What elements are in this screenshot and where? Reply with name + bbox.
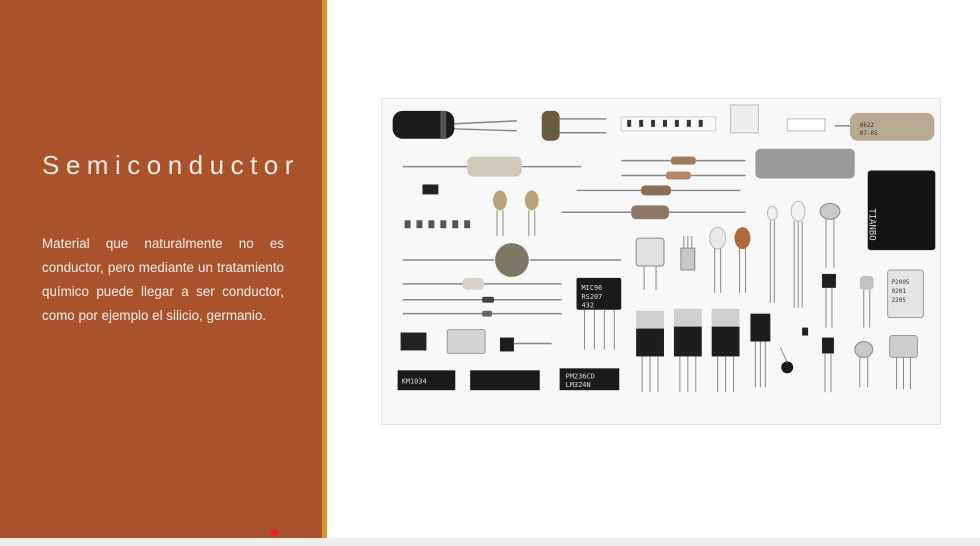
to92-transistor bbox=[822, 273, 836, 328]
svg-text:KM1034: KM1034 bbox=[402, 377, 427, 385]
svg-text:LM324N: LM324N bbox=[566, 381, 591, 389]
to220-transistor bbox=[636, 310, 664, 393]
slide-title: Semiconductor bbox=[42, 150, 300, 180]
axial-resistor bbox=[621, 171, 746, 180]
relay: TIANBO bbox=[867, 170, 936, 251]
svg-text:07-05: 07-05 bbox=[860, 130, 878, 137]
svg-text:RS207: RS207 bbox=[581, 293, 602, 301]
smd-strip bbox=[620, 116, 717, 132]
dip-ic: KM1034 bbox=[397, 370, 456, 391]
smd-row bbox=[404, 220, 471, 229]
fuse bbox=[786, 118, 826, 132]
led bbox=[734, 227, 751, 293]
small-diode bbox=[779, 327, 809, 374]
smd-chip bbox=[422, 184, 439, 195]
svg-text:432: 432 bbox=[581, 302, 594, 310]
led bbox=[709, 226, 727, 293]
to92-transistor bbox=[822, 337, 834, 393]
svg-text:MIC96: MIC96 bbox=[581, 284, 602, 292]
axial-resistor bbox=[561, 205, 746, 220]
disc-capacitor bbox=[402, 243, 622, 277]
sensor-module: P2005 0201 2205 bbox=[887, 269, 924, 319]
metal-can-transistor bbox=[819, 202, 841, 268]
svg-text:P2005: P2005 bbox=[892, 279, 910, 286]
axial-capacitor bbox=[402, 156, 582, 177]
svg-text:0201: 0201 bbox=[892, 288, 907, 295]
dip-ic bbox=[470, 370, 540, 391]
bridge-rectifier: MIC96 RS207 432 bbox=[576, 277, 622, 350]
svg-text:2205: 2205 bbox=[892, 297, 907, 304]
to220-transistor bbox=[673, 308, 702, 393]
dip-ic: PM236CD LM324N bbox=[559, 368, 620, 391]
sip-package bbox=[680, 236, 696, 271]
svg-text:0622: 0622 bbox=[860, 122, 875, 129]
crystal bbox=[635, 237, 665, 290]
metal-can-transistor bbox=[859, 275, 874, 328]
axial-resistor bbox=[576, 185, 741, 196]
slide-indicator-dot bbox=[270, 529, 278, 537]
svg-text:PM236CD: PM236CD bbox=[566, 372, 595, 380]
ceramic-capacitor bbox=[524, 190, 539, 237]
metal-can-transistor bbox=[854, 341, 874, 388]
diode bbox=[402, 277, 562, 290]
accent-stripe bbox=[322, 0, 327, 540]
axial-resistor bbox=[621, 156, 746, 165]
led bbox=[790, 200, 806, 308]
components-photo: 0622 07-05 TIANBO MIC96 RS207 432 P2005 … bbox=[381, 98, 941, 425]
dip-chip bbox=[400, 332, 427, 351]
electrolytic-capacitor bbox=[392, 110, 517, 139]
smd-transistor bbox=[499, 337, 514, 352]
to126-transistor bbox=[750, 313, 771, 388]
slide-body-text: Material que naturalmente no es conducto… bbox=[42, 236, 284, 323]
svg-text:TIANBO: TIANBO bbox=[867, 208, 877, 240]
bottom-band bbox=[0, 538, 980, 546]
diode bbox=[402, 310, 562, 317]
crystal-oscillator bbox=[446, 329, 486, 354]
to220-transistor bbox=[711, 308, 740, 393]
led bbox=[766, 205, 778, 303]
cylinder-capacitor: 0622 07-05 bbox=[834, 112, 935, 141]
metal-can-component bbox=[889, 335, 918, 390]
diode bbox=[402, 296, 562, 303]
slide: Semiconductor Material que naturalmente … bbox=[0, 0, 980, 546]
smd-package bbox=[730, 104, 759, 134]
film-capacitor bbox=[541, 110, 607, 141]
components-illustration: 0622 07-05 TIANBO MIC96 RS207 432 P2005 … bbox=[392, 104, 936, 393]
power-resistor bbox=[755, 148, 855, 179]
ceramic-capacitor bbox=[493, 190, 507, 237]
